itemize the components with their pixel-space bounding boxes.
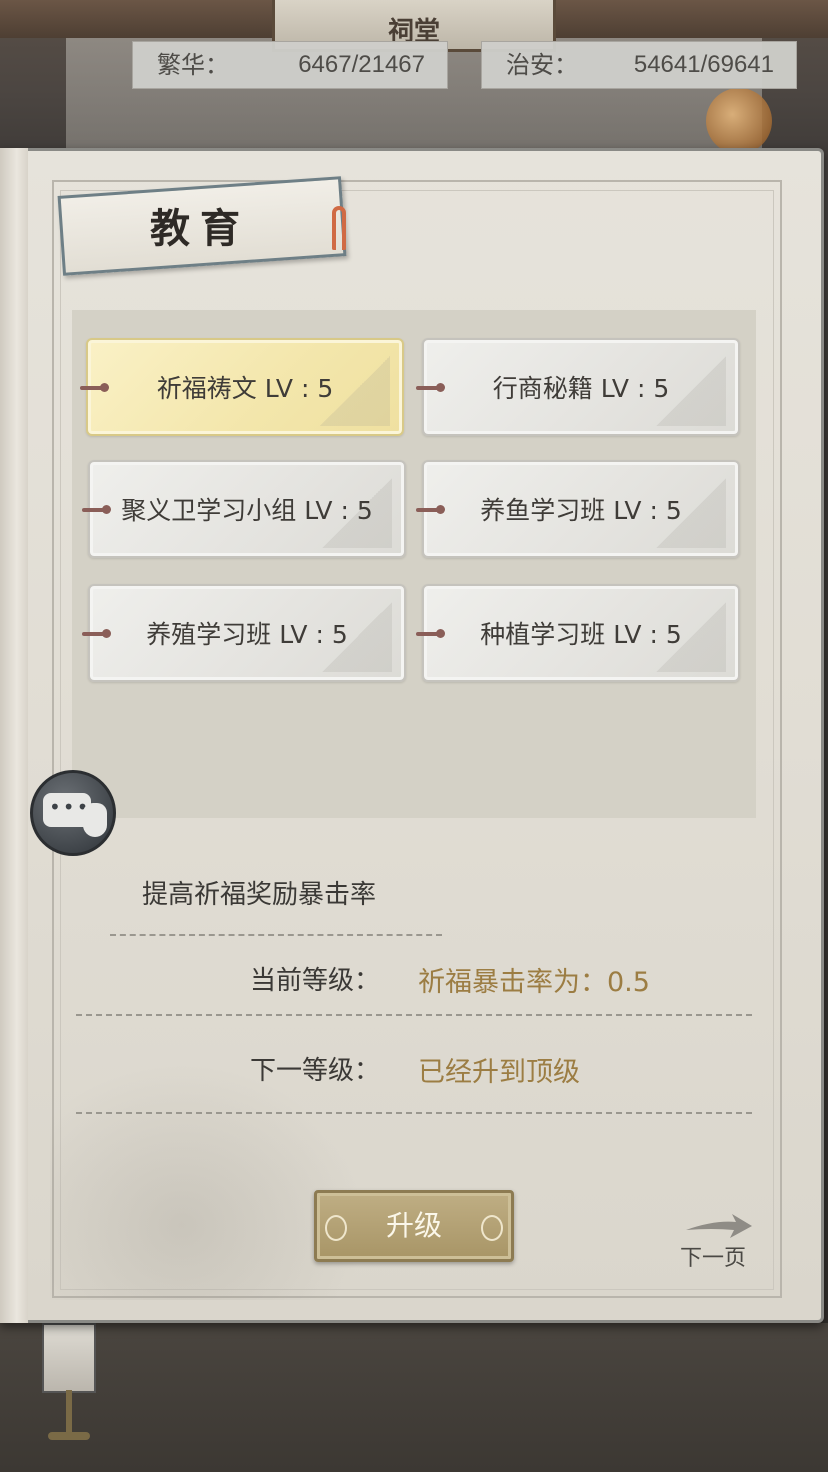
floor bbox=[0, 1323, 828, 1472]
skill-description: 提高祈福奖励暴击率 bbox=[142, 880, 377, 910]
prosperity-label: 繁华： bbox=[157, 51, 229, 79]
skill-label: 种植学习班 LV : 5 bbox=[480, 620, 682, 649]
security-label: 治安： bbox=[506, 51, 578, 79]
arrow-right-icon bbox=[686, 1214, 752, 1238]
skill-card-planting[interactable]: 种植学习班 LV : 5 bbox=[416, 584, 740, 682]
next-page-button[interactable]: 下一页 bbox=[678, 1208, 762, 1278]
skill-card-fish-farming[interactable]: 养鱼学习班 LV : 5 bbox=[416, 460, 740, 558]
panel-title: 教育 bbox=[150, 205, 250, 252]
divider bbox=[76, 1112, 752, 1114]
divider bbox=[76, 1014, 752, 1016]
next-level-label: 下一等级： bbox=[250, 1056, 381, 1086]
prosperity-value: 6467/21467 bbox=[298, 51, 425, 78]
security-stat: 治安： 54641/69641 bbox=[481, 41, 797, 89]
next-page-label: 下一页 bbox=[680, 1246, 747, 1271]
tassel-icon bbox=[332, 206, 346, 250]
skill-card-prayer[interactable]: 祈福祷文 LV : 5 bbox=[80, 338, 404, 436]
skill-label: 行商秘籍 LV : 5 bbox=[492, 374, 670, 403]
skill-label: 聚义卫学习小组 LV : 5 bbox=[121, 496, 373, 525]
divider bbox=[110, 934, 442, 936]
skill-label: 祈福祷文 LV : 5 bbox=[156, 374, 334, 403]
skill-label: 养殖学习班 LV : 5 bbox=[146, 620, 348, 649]
skill-label: 养鱼学习班 LV : 5 bbox=[480, 496, 682, 525]
lamp-stand bbox=[42, 1323, 96, 1393]
skill-card-trade[interactable]: 行商秘籍 LV : 5 bbox=[416, 338, 740, 436]
upgrade-button[interactable]: 升级 bbox=[314, 1190, 514, 1262]
skill-card-guard-study[interactable]: 聚义卫学习小组 LV : 5 bbox=[82, 460, 406, 558]
lamp-pole bbox=[66, 1390, 72, 1436]
prosperity-stat: 繁华： 6467/21467 bbox=[132, 41, 448, 89]
security-value: 54641/69641 bbox=[633, 51, 774, 78]
book-spine bbox=[0, 148, 28, 1323]
chat-button[interactable]: ••• bbox=[30, 770, 116, 856]
ink-painting-decoration bbox=[50, 1050, 380, 1300]
lamp-base bbox=[48, 1432, 90, 1440]
skill-card-livestock[interactable]: 养殖学习班 LV : 5 bbox=[82, 584, 406, 682]
bottle-icon bbox=[83, 803, 107, 837]
current-level-label: 当前等级： bbox=[250, 966, 381, 996]
next-level-value: 已经升到顶级 bbox=[418, 1057, 580, 1088]
current-level-value: 祈福暴击率为：0.5 bbox=[418, 967, 650, 998]
lantern bbox=[706, 88, 772, 154]
